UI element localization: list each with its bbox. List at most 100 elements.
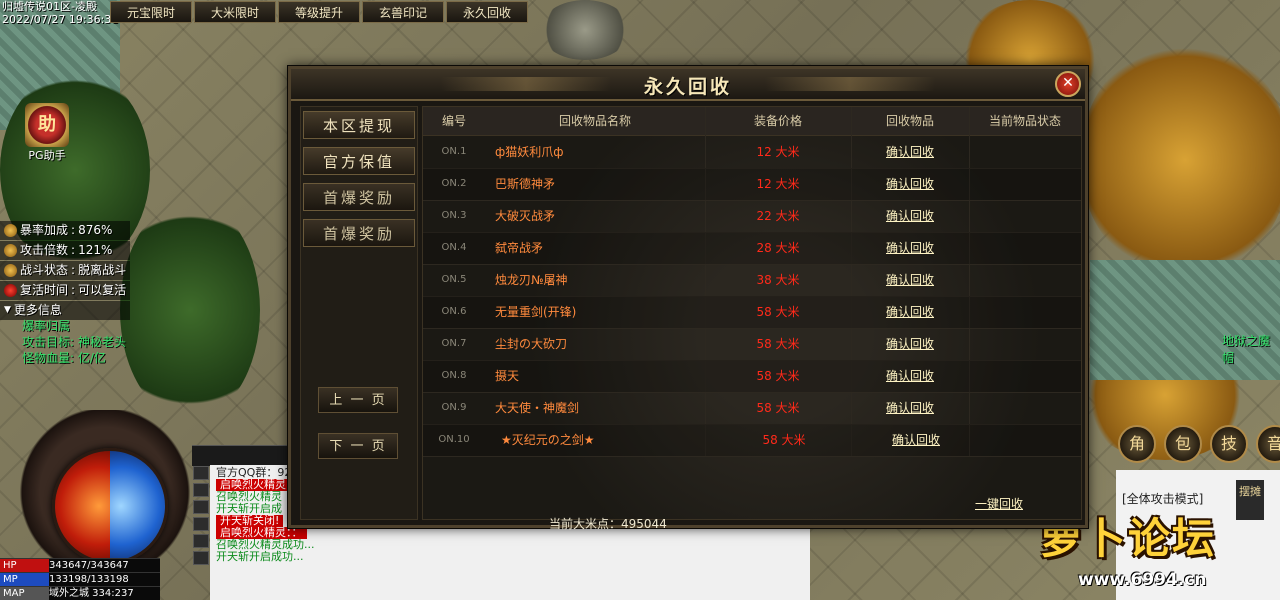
map-value: 域外之城 334:237	[49, 588, 134, 599]
chat-channel-button[interactable]	[193, 483, 209, 497]
row-state	[969, 360, 1081, 392]
helper-icon[interactable]: 助	[25, 103, 69, 147]
next-page-button[interactable]: 下 一 页	[318, 433, 398, 459]
confirm-recycle-link[interactable]: 确认回收	[851, 328, 969, 360]
hp-mp-orb	[52, 448, 168, 564]
table-row: ON.9 大天使・神魔剑 58 大米 确认回收	[423, 392, 1081, 425]
row-state	[969, 264, 1081, 296]
chat-channel-button[interactable]	[193, 500, 209, 514]
chevron-down-icon: ▼	[4, 305, 11, 315]
chat-channel-button[interactable]	[193, 466, 209, 480]
row-price: 38 大米	[756, 273, 800, 287]
row-state	[969, 328, 1081, 360]
row-price: 58 大米	[756, 305, 800, 319]
dialog-title-bar[interactable]: 永久回收 ✕	[291, 69, 1085, 101]
revive-icon	[4, 284, 17, 297]
confirm-recycle-link[interactable]: 确认回收	[851, 232, 969, 264]
row-state	[969, 136, 1081, 168]
chat-channel-button[interactable]	[193, 517, 209, 531]
table-row: ON.5 烛龙刃№屠神 38 大米 确认回收	[423, 264, 1081, 297]
attack-icon	[4, 244, 17, 257]
status-bars: HP 343647/343647 MP 133198/133198 MAP 域外之城 …	[0, 558, 160, 600]
tab-yuanbao-limited[interactable]: 元宝限时	[110, 1, 192, 23]
pg-helper[interactable]: 助 PG助手	[22, 103, 72, 163]
sound-button[interactable]: 音	[1256, 425, 1280, 463]
first-drop-reward-button[interactable]: 首爆奖励	[303, 183, 415, 211]
autumn-tree	[1080, 40, 1280, 280]
attack-target: 攻击目标: 神秘老头	[22, 335, 126, 349]
confirm-recycle-link[interactable]: 确认回收	[851, 200, 969, 232]
recycle-table: 编号 回收物品名称 装备价格 回收物品 当前物品状态 ON.1 ф猫妖利爪ф 1…	[422, 106, 1082, 531]
recycle-dialog: 永久回收 ✕ 本区提现 官方保值 首爆奖励 首爆奖励 上 一 页 下 一 页 编…	[288, 66, 1088, 531]
row-item-name: 尘封の大砍刀	[495, 337, 568, 351]
row-item-name: 大天使・神魔剑	[495, 401, 580, 415]
row-no: ON.4	[441, 242, 467, 253]
tab-rice-limited[interactable]: 大米限时	[194, 1, 276, 23]
mp-value: 133198/133198	[49, 574, 129, 585]
chat-toolbar[interactable]	[192, 445, 292, 466]
server-name: 归墟传说01区-凌殿	[2, 0, 97, 13]
stall-button[interactable]: 摆摊	[1236, 480, 1264, 520]
row-no: ON.10	[438, 434, 470, 445]
confirm-recycle-link[interactable]: 确认回收	[851, 360, 969, 392]
dialog-side-menu: 本区提现 官方保值 首爆奖励 首爆奖励 上 一 页 下 一 页	[300, 106, 418, 520]
table-header: 编号 回收物品名称 装备价格 回收物品 当前物品状态	[423, 107, 1081, 136]
stat-value: 121%	[78, 243, 113, 257]
table-row: ON.2 巴斯德神矛 12 大米 确认回收	[423, 168, 1081, 201]
bag-button[interactable]: 包	[1164, 425, 1202, 463]
row-state	[969, 296, 1081, 328]
row-price: 28 大米	[756, 241, 800, 255]
chat-line: 召唤烈火精灵成功...	[216, 538, 315, 551]
npc-name[interactable]: 地狱之魔帽	[1222, 332, 1280, 366]
stat-label: 复活时间	[20, 283, 69, 297]
drop-rate-icon	[4, 224, 17, 237]
prev-page-button[interactable]: 上 一 页	[318, 387, 398, 413]
row-state	[969, 168, 1081, 200]
confirm-recycle-link[interactable]: 确认回收	[857, 424, 975, 456]
row-state	[969, 200, 1081, 232]
character-button[interactable]: 角	[1118, 425, 1156, 463]
stat-label: 攻击倍数	[20, 243, 69, 257]
tab-beast-seal[interactable]: 玄兽印记	[362, 1, 444, 23]
confirm-recycle-link[interactable]: 确认回收	[851, 264, 969, 296]
row-state	[969, 424, 1081, 456]
table-row: ON.6 无量重剑(开锋) 58 大米 确认回收	[423, 296, 1081, 329]
row-item-name: ф猫妖利爪ф	[495, 145, 564, 159]
top-tab-bar: 元宝限时 大米限时 等级提升 玄兽印记 永久回收	[110, 1, 528, 23]
table-row: ON.8 摄天 58 大米 确认回收	[423, 360, 1081, 393]
row-price: 58 大米	[756, 401, 800, 415]
value-guarantee-button[interactable]: 官方保值	[303, 147, 415, 175]
chat-channel-button[interactable]	[193, 551, 209, 565]
monster-hp: 怪物血量: 亿/亿	[22, 351, 106, 365]
one-key-recycle-link[interactable]: 一键回收	[975, 495, 1023, 512]
close-icon[interactable]: ✕	[1055, 71, 1081, 97]
points-value: 495044	[621, 517, 667, 531]
table-row: ON.1 ф猫妖利爪ф 12 大米 确认回收	[423, 136, 1081, 169]
map-bar: MAP 域外之城 334:237	[0, 586, 160, 600]
helper-label: PG助手	[28, 149, 66, 162]
row-no: ON.2	[441, 178, 467, 189]
row-item-name: 烛龙刃№屠神	[495, 273, 568, 287]
confirm-recycle-link[interactable]: 确认回收	[851, 136, 969, 168]
row-no: ON.3	[441, 210, 467, 221]
row-price: 12 大米	[756, 145, 800, 159]
skill-button[interactable]: 技	[1210, 425, 1248, 463]
chat-channel-button[interactable]	[193, 534, 209, 548]
dialog-title: 永久回收	[643, 76, 732, 98]
table-row: ON.4 弑帝战矛 28 大米 确认回收	[423, 232, 1081, 265]
stat-label: 暴率加成	[20, 223, 69, 237]
tab-permanent-recycle[interactable]: 永久回收	[446, 1, 528, 23]
hp-value: 343647/343647	[49, 560, 129, 571]
tab-level-up[interactable]: 等级提升	[278, 1, 360, 23]
first-drop-reward-button-2[interactable]: 首爆奖励	[303, 219, 415, 247]
confirm-recycle-link[interactable]: 确认回收	[851, 168, 969, 200]
header-state: 当前物品状态	[988, 114, 1061, 128]
withdraw-button[interactable]: 本区提现	[303, 111, 415, 139]
confirm-recycle-link[interactable]: 确认回收	[851, 392, 969, 424]
row-no: ON.8	[441, 370, 467, 381]
confirm-recycle-link[interactable]: 确认回收	[851, 296, 969, 328]
row-price: 22 大米	[756, 209, 800, 223]
stat-label: 战斗状态	[20, 263, 69, 277]
row-price: 12 大米	[756, 177, 800, 191]
hp-orb-half	[55, 451, 110, 561]
